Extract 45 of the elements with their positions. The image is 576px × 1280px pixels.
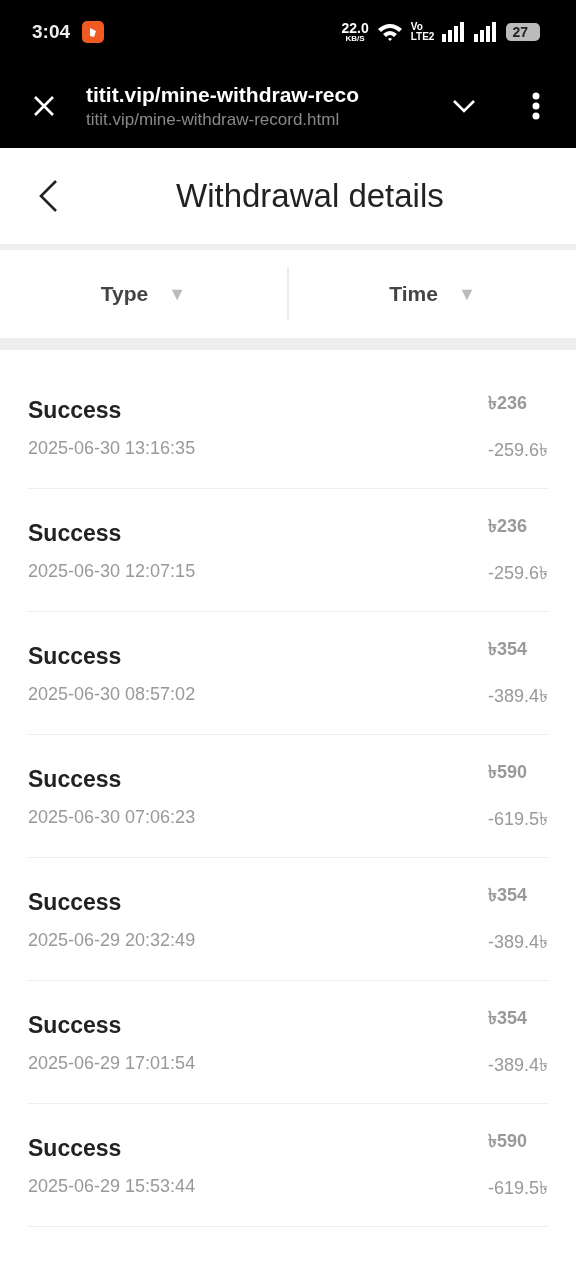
battery-indicator: 27	[506, 23, 540, 41]
status-label: Success	[28, 1012, 123, 1039]
amount: ৳590	[487, 761, 528, 784]
status-label: Success	[28, 889, 123, 916]
filter-dropdown[interactable]: Time ▼	[289, 281, 576, 307]
fee-amount: -619.5৳	[487, 808, 548, 831]
status-label: Success	[28, 1135, 123, 1162]
chevron-down-icon[interactable]	[452, 99, 476, 113]
network-speed: 22.0 KB/S	[341, 21, 369, 43]
back-icon[interactable]	[38, 179, 58, 213]
fee-amount: -389.4৳	[487, 685, 548, 708]
status-label: Success	[28, 397, 123, 424]
fee-amount: -389.4৳	[487, 931, 548, 954]
amount: ৳236	[487, 392, 528, 415]
record-time: 2025-06-29 15:53:44	[28, 1176, 196, 1197]
status-label: Success	[28, 643, 123, 670]
wifi-icon	[376, 22, 403, 42]
more-icon[interactable]	[532, 92, 540, 120]
signal-icon	[474, 22, 499, 42]
amount: ৳354	[487, 1007, 528, 1030]
amount: ৳590	[487, 1130, 528, 1153]
record-time: 2025-06-30 13:16:35	[28, 438, 196, 459]
record-time: 2025-06-30 12:07:15	[28, 561, 196, 582]
network-type: Vo LTE2	[410, 22, 435, 42]
fee-amount: -259.6৳	[487, 439, 548, 462]
page-title: titit.vip/mine-withdraw-reco	[86, 82, 361, 107]
filter-dropdown[interactable]: Type ▼	[0, 281, 287, 307]
app-notification-icon	[82, 21, 105, 43]
screen-title: Withdrawal details	[176, 177, 444, 215]
record-time: 2025-06-29 20:32:49	[28, 930, 196, 951]
record-time: 2025-06-29 17:01:54	[28, 1053, 196, 1074]
fee-amount: -259.6৳	[487, 562, 548, 585]
record-time: 2025-06-30 07:06:23	[28, 807, 196, 828]
fee-amount: -389.4৳	[487, 1054, 548, 1077]
page-url[interactable]: titit.vip/mine-withdraw-record.html	[86, 109, 422, 130]
close-icon[interactable]	[32, 94, 56, 118]
amount: ৳236	[487, 515, 528, 538]
status-label: Success	[28, 520, 123, 547]
status-label: Success	[28, 766, 123, 793]
amount: ৳354	[487, 884, 528, 907]
fee-amount: -619.5৳	[487, 1177, 548, 1200]
clock-time: 3:04	[32, 21, 71, 43]
record-time: 2025-06-30 08:57:02	[28, 684, 196, 705]
signal-icon	[442, 22, 467, 42]
amount: ৳354	[487, 638, 528, 661]
